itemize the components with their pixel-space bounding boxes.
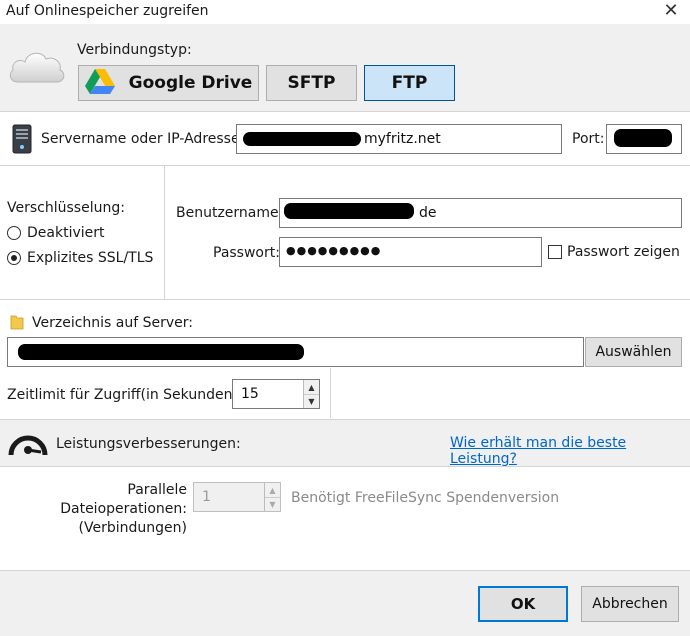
parallel-ops-spin-buttons[interactable]: ▲ ▼ [264, 483, 280, 511]
radio-deaktiviert[interactable]: Deaktiviert [7, 225, 127, 243]
radio-button-on[interactable] [7, 251, 21, 265]
parallel-ops-label-line1: Parallele Dateioperationen: [60, 482, 187, 517]
timeout-value: 15 [241, 386, 259, 402]
browse-button[interactable]: Auswählen [585, 337, 682, 367]
password-label: Passwort: [213, 245, 280, 261]
timeout-spin-buttons[interactable]: ▲ ▼ [303, 380, 319, 408]
server-label: Servername oder IP-Adresse: [41, 131, 245, 147]
redaction-mark [614, 129, 672, 147]
performance-label: Leistungsverbesserungen: [56, 436, 241, 452]
checkbox[interactable] [548, 245, 562, 259]
close-icon: ✕ [663, 0, 679, 21]
divider [0, 165, 690, 166]
donation-note: Benötigt FreeFileSync Spendenversion [291, 490, 560, 506]
close-button[interactable]: ✕ [659, 0, 683, 24]
username-value: de [419, 205, 437, 221]
username-label: Benutzername: [176, 205, 284, 221]
best-performance-link[interactable]: Wie erhält man die beste Leistung? [450, 435, 690, 467]
window-title: Auf Onlinespeicher zugreifen [6, 3, 209, 19]
connection-type-label: Verbindungstyp: [77, 42, 192, 58]
timeout-spinner[interactable]: 15 ▲ ▼ [232, 379, 320, 409]
divider [0, 111, 690, 112]
password-value: ●●●●●●●●● [286, 244, 382, 257]
ok-button[interactable]: OK [478, 586, 568, 622]
redaction-mark [284, 203, 414, 219]
redaction-mark [18, 344, 304, 360]
divider [0, 299, 690, 300]
show-password-label: Passwort zeigen [567, 244, 680, 260]
cloud-icon [8, 44, 66, 90]
radio-button-off[interactable] [7, 226, 21, 240]
spin-up-icon[interactable]: ▲ [265, 483, 280, 497]
vertical-divider [330, 368, 331, 418]
spin-up-icon[interactable]: ▲ [304, 380, 319, 394]
redaction-mark [243, 132, 361, 146]
browse-label: Auswählen [595, 344, 672, 360]
directory-input[interactable] [7, 337, 584, 367]
google-drive-label: Google Drive [128, 73, 253, 93]
server-value: myfritz.net [364, 131, 441, 147]
server-input[interactable]: myfritz.net [236, 124, 562, 154]
vertical-divider [164, 166, 165, 299]
parallel-ops-spinner[interactable]: 1 ▲ ▼ [193, 482, 281, 512]
sftp-button[interactable]: SFTP [266, 65, 357, 101]
google-drive-button[interactable]: Google Drive [78, 65, 259, 101]
ok-label: OK [510, 595, 536, 613]
port-label: Port: [572, 131, 605, 147]
parallel-ops-label-line2: (Verbindungen) [78, 520, 187, 536]
username-input[interactable]: de [279, 198, 682, 228]
cancel-button[interactable]: Abbrechen [581, 586, 679, 622]
cancel-label: Abbrechen [592, 596, 668, 612]
server-icon [10, 124, 34, 158]
spin-down-icon[interactable]: ▼ [265, 497, 280, 511]
ftp-button[interactable]: FTP [364, 65, 455, 101]
encryption-label: Verschlüsselung: [7, 200, 125, 216]
ftp-label: FTP [391, 73, 428, 93]
spin-down-icon[interactable]: ▼ [304, 394, 319, 408]
radio-label: Explizites SSL/TLS [27, 250, 154, 266]
title-bar: Auf Onlinespeicher zugreifen ✕ [0, 0, 690, 24]
password-input[interactable]: ●●●●●●●●● [279, 237, 542, 267]
parallel-ops-value: 1 [202, 489, 211, 505]
timeout-label: Zeitlimit für Zugriff(in Sekunden): [7, 387, 243, 403]
parallel-ops-label: Parallele Dateioperationen: (Verbindunge… [7, 481, 187, 538]
folder-icon [10, 314, 24, 334]
google-drive-icon [84, 68, 115, 99]
directory-label: Verzeichnis auf Server: [32, 315, 193, 331]
show-password-checkbox[interactable]: Passwort zeigen [548, 244, 680, 260]
radio-explicit-ssl-tls[interactable]: Explizites SSL/TLS [7, 250, 157, 268]
radio-label: Deaktiviert [27, 225, 105, 241]
sftp-label: SFTP [287, 73, 336, 93]
port-input[interactable] [606, 124, 682, 154]
speedometer-icon [7, 427, 49, 465]
